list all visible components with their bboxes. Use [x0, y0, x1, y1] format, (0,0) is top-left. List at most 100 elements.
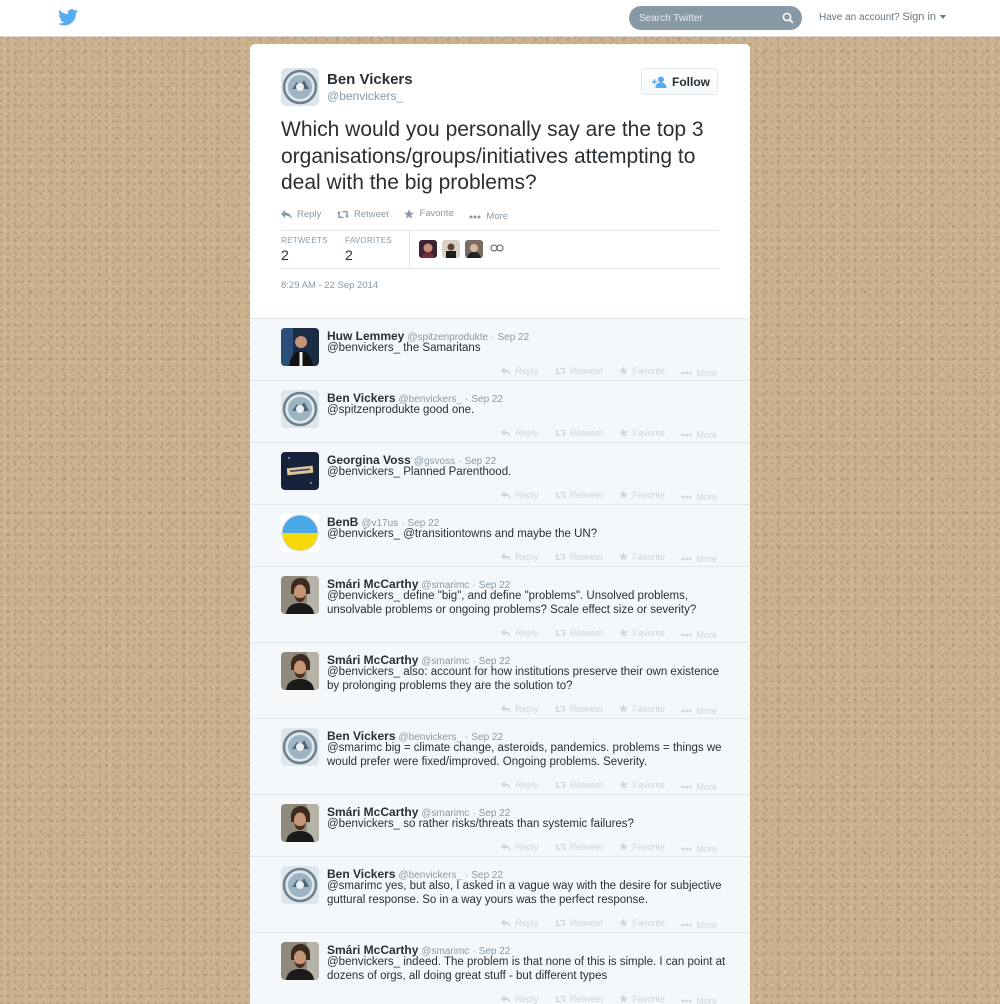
retweet-label: Retweet — [570, 428, 603, 438]
more-button[interactable]: More — [681, 430, 717, 440]
avatar[interactable] — [281, 328, 319, 366]
retweet-button[interactable]: Retweet — [555, 780, 603, 790]
reply-item[interactable]: Smári McCarthy@smarimc·Sep 22 @benvicker… — [250, 643, 750, 719]
more-button[interactable]: More — [681, 554, 717, 564]
favorite-label: Favorite — [632, 490, 665, 500]
reply-item[interactable]: BenB@v17us·Sep 22 @benvickers_ @transiti… — [250, 505, 750, 567]
favorite-button[interactable]: Favorite — [619, 490, 665, 500]
author-handle[interactable]: @benvickers_ — [327, 89, 403, 103]
reply-item[interactable]: Ben Vickers@benvickers_·Sep 22 @smarimc … — [250, 719, 750, 795]
retweets-stat[interactable]: RETWEETS 2 — [281, 236, 328, 263]
favorite-label: Favorite — [632, 366, 665, 376]
retweet-button[interactable]: Retweet — [555, 704, 603, 714]
more-dots-icon — [681, 847, 692, 851]
more-button[interactable]: More — [681, 368, 717, 378]
reply-item[interactable]: Ben Vickers@benvickers_·Sep 22 @smarimc … — [250, 857, 750, 933]
favorite-button[interactable]: Favorite — [619, 704, 665, 714]
reply-button[interactable]: Reply — [501, 428, 538, 438]
avatar[interactable] — [281, 728, 319, 766]
more-button[interactable]: More — [681, 492, 717, 502]
favorite-button[interactable]: Favorite — [619, 842, 665, 852]
reply-button[interactable]: Reply — [501, 918, 538, 928]
search-icon[interactable] — [782, 12, 794, 24]
avatar[interactable] — [281, 390, 319, 428]
twitter-bird-icon[interactable] — [58, 9, 78, 26]
reply-item[interactable]: Huw Lemmey@spitzenprodukte·Sep 22 @benvi… — [250, 319, 750, 381]
reply-text: @smarimc big = climate change, asteroids… — [327, 741, 727, 769]
more-button[interactable]: More — [469, 211, 508, 222]
retweet-button[interactable]: Retweet — [555, 994, 603, 1004]
reply-item[interactable]: Smári McCarthy@smarimc·Sep 22 @benvicker… — [250, 567, 750, 643]
reply-text: @benvickers_ Planned Parenthood. — [327, 465, 727, 479]
more-button[interactable]: More — [681, 920, 717, 930]
avatar[interactable] — [281, 866, 319, 904]
reply-button[interactable]: Reply — [501, 490, 538, 500]
favorite-button[interactable]: Favorite — [619, 918, 665, 928]
more-button[interactable]: More — [681, 844, 717, 854]
avatar[interactable] — [281, 452, 319, 490]
tweet-text: Which would you personally say are the t… — [281, 117, 731, 197]
reply-actions: Reply Retweet Favorite More — [487, 490, 717, 503]
avatar[interactable] — [281, 652, 319, 690]
author-name[interactable]: Ben Vickers — [327, 71, 413, 88]
retweet-button[interactable]: Retweet — [555, 842, 603, 852]
reply-button[interactable]: Reply — [501, 780, 538, 790]
more-button[interactable]: More — [681, 996, 717, 1004]
retweet-button[interactable]: Retweet — [555, 366, 603, 376]
search-input[interactable] — [629, 6, 789, 30]
favorite-label: Favorite — [632, 704, 665, 714]
more-button[interactable]: More — [681, 630, 717, 640]
retweet-button[interactable]: Retweet — [555, 490, 603, 500]
favorites-stat[interactable]: FAVORITES 2 — [345, 236, 392, 263]
favoriter-avatar[interactable] — [465, 240, 483, 258]
reply-button[interactable]: Reply — [501, 552, 538, 562]
reply-button[interactable]: Reply — [501, 842, 538, 852]
reply-item[interactable]: Smári McCarthy@smarimc·Sep 22 @benvicker… — [250, 795, 750, 857]
star-icon — [619, 918, 628, 927]
more-dots-icon — [681, 557, 692, 561]
more-button[interactable]: More — [681, 782, 717, 792]
tweet-timestamp[interactable]: 8:29 AM - 22 Sep 2014 — [281, 280, 378, 291]
reply-button[interactable]: Reply — [501, 704, 538, 714]
reply-item[interactable]: Smári McCarthy@smarimc·Sep 22 @benvicker… — [250, 933, 750, 1004]
caret-down-icon[interactable] — [940, 15, 946, 19]
favorite-button[interactable]: Favorite — [619, 552, 665, 562]
favoriter-avatar[interactable] — [488, 240, 506, 258]
retweet-label: Retweet — [570, 490, 603, 500]
retweet-button[interactable]: Retweet — [555, 552, 603, 562]
favoriter-avatar[interactable] — [419, 240, 437, 258]
reply-label: Reply — [515, 628, 538, 638]
favorite-button[interactable]: Favorite — [619, 628, 665, 638]
favorite-label: Favorite — [632, 780, 665, 790]
retweet-icon — [555, 705, 566, 713]
reply-button[interactable]: Reply — [501, 994, 538, 1004]
retweet-button[interactable]: Retweet — [555, 628, 603, 638]
avatar[interactable] — [281, 514, 319, 552]
smari-avatar-icon — [281, 942, 319, 980]
follow-button[interactable]: Follow — [641, 68, 718, 95]
reply-label: Reply — [515, 428, 538, 438]
ukraine-flag-avatar-icon — [281, 514, 319, 552]
favorite-button[interactable]: Favorite — [619, 994, 665, 1004]
favorite-button[interactable]: Favorite — [404, 208, 453, 219]
favoriter-avatar[interactable] — [442, 240, 460, 258]
retweet-button[interactable]: Retweet — [555, 428, 603, 438]
avatar[interactable] — [281, 576, 319, 614]
retweet-button[interactable]: Retweet — [337, 209, 389, 220]
avatar[interactable] — [281, 804, 319, 842]
avatar[interactable] — [281, 68, 319, 106]
favorite-button[interactable]: Favorite — [619, 780, 665, 790]
reply-button[interactable]: Reply — [281, 209, 321, 220]
reply-item[interactable]: Georgina Voss@gsvoss·Sep 22 @benvickers_… — [250, 443, 750, 505]
favorite-button[interactable]: Favorite — [619, 366, 665, 376]
retweet-button[interactable]: Retweet — [555, 918, 603, 928]
reply-button[interactable]: Reply — [501, 628, 538, 638]
signin-link[interactable]: Sign in — [902, 11, 936, 23]
avatar[interactable] — [281, 942, 319, 980]
favorite-button[interactable]: Favorite — [619, 428, 665, 438]
more-button[interactable]: More — [681, 706, 717, 716]
reply-button[interactable]: Reply — [501, 366, 538, 376]
more-label: More — [696, 782, 717, 792]
reply-item[interactable]: Ben Vickers@benvickers_·Sep 22 @spitzenp… — [250, 381, 750, 443]
ben-avatar-icon — [281, 390, 319, 428]
